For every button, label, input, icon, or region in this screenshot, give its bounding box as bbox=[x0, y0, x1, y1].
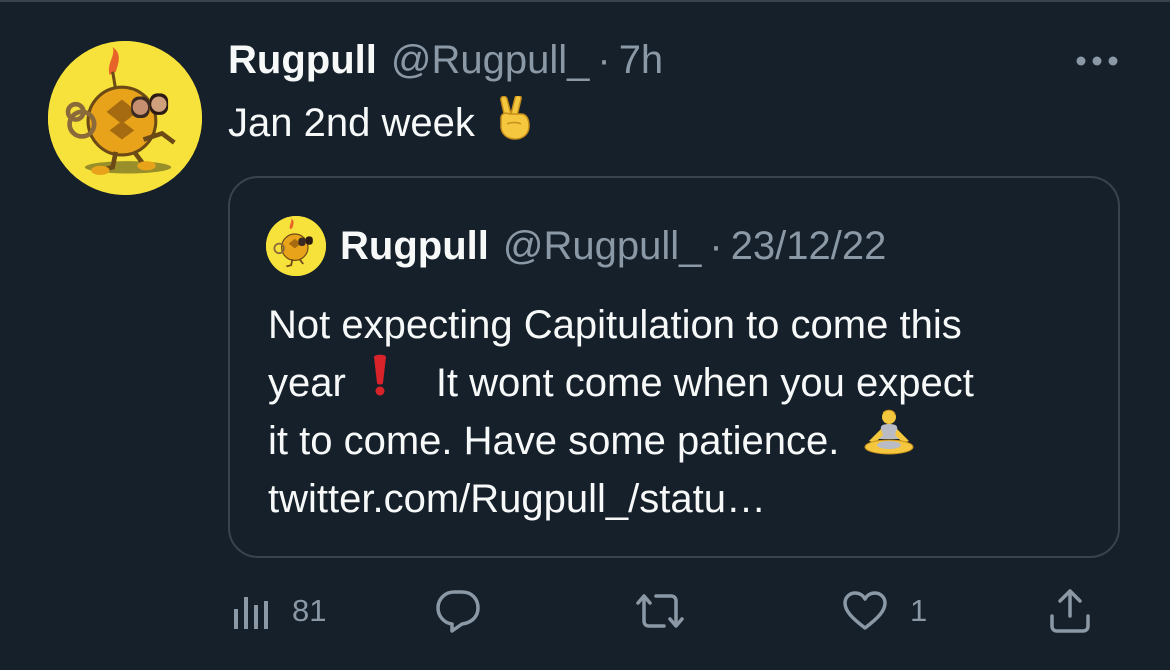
retweet-button[interactable] bbox=[634, 586, 686, 636]
views-icon bbox=[234, 597, 268, 629]
avatar-illustration bbox=[48, 41, 202, 195]
reply-icon bbox=[436, 590, 480, 633]
quoted-line-4: twitter.com/Rugpull_/statu… bbox=[268, 470, 1088, 528]
share-icon bbox=[1050, 589, 1090, 633]
quoted-line-2: year It wont come when you expect bbox=[268, 354, 1088, 412]
separator-dot: · bbox=[597, 38, 611, 82]
victory-hand-emoji bbox=[495, 94, 533, 150]
exclamation-emoji bbox=[368, 353, 392, 413]
quoted-text-line: Not expecting Capitulation to come this bbox=[268, 303, 962, 347]
quoted-display-name: Rugpull bbox=[340, 223, 489, 268]
likes-count: 1 bbox=[910, 593, 928, 628]
quoted-separator-dot: · bbox=[709, 223, 723, 268]
like-icon bbox=[843, 591, 887, 630]
share-button[interactable] bbox=[1048, 586, 1092, 636]
quoted-user-handle: @Rugpull_ bbox=[502, 223, 702, 268]
views-count: 81 bbox=[292, 593, 327, 628]
quoted-date: 23/12/22 bbox=[730, 223, 887, 268]
quoted-line-3: it to come. Have some patience. bbox=[268, 409, 1088, 473]
quoted-text-line: It wont come when you expect bbox=[435, 361, 974, 405]
retweet-icon bbox=[636, 594, 684, 628]
quoted-avatar bbox=[266, 216, 326, 276]
meditation-emoji bbox=[861, 409, 917, 473]
quoted-text-line: it to come. Have some patience. bbox=[268, 419, 840, 463]
more-horizontal-icon bbox=[1076, 56, 1118, 66]
timestamp[interactable]: 7h bbox=[619, 38, 664, 83]
tweet-text-content: Jan 2nd week bbox=[228, 100, 475, 145]
top-divider bbox=[0, 0, 1170, 2]
tweet-actions: 81 1 bbox=[230, 586, 1100, 636]
avatar[interactable] bbox=[48, 41, 202, 195]
quoted-link[interactable]: twitter.com/Rugpull_/statu… bbox=[268, 470, 766, 528]
quoted-tweet-header: Rugpull @Rugpull_ · 23/12/22 bbox=[266, 216, 886, 276]
quoted-text-line: year bbox=[268, 361, 346, 405]
reply-button[interactable] bbox=[434, 586, 482, 636]
tweet-header: Rugpull @Rugpull_ · 7h bbox=[228, 38, 663, 88]
more-options-button[interactable] bbox=[1070, 46, 1124, 76]
tweet-text: Jan 2nd week bbox=[228, 94, 533, 150]
like-button[interactable]: 1 bbox=[842, 586, 927, 636]
quoted-line-1: Not expecting Capitulation to come this bbox=[268, 296, 1088, 354]
display-name[interactable]: Rugpull bbox=[228, 38, 377, 83]
user-handle[interactable]: @Rugpull_ bbox=[391, 38, 590, 83]
views-button[interactable]: 81 bbox=[230, 586, 326, 636]
quoted-tweet-text: Not expecting Capitulation to come this … bbox=[268, 296, 1088, 528]
quoted-tweet-card[interactable]: Rugpull @Rugpull_ · 23/12/22 Not expecti… bbox=[228, 176, 1120, 558]
